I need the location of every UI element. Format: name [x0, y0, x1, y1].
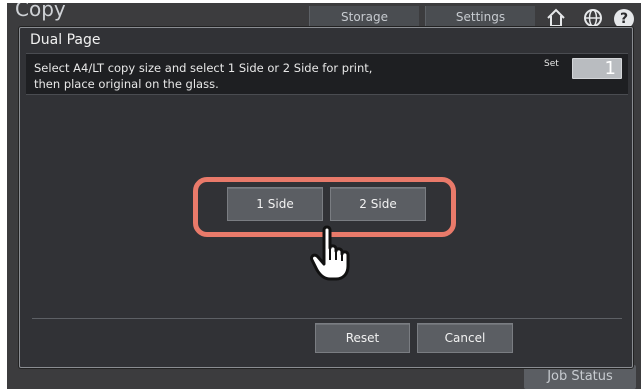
one-side-button[interactable]: 1 Side [227, 187, 323, 221]
app-title: Copy [15, 3, 66, 21]
instruction-bar: Select A4/LT copy size and select 1 Side… [26, 53, 628, 95]
help-icon[interactable]: ? [614, 9, 634, 29]
reset-button[interactable]: Reset [315, 323, 410, 353]
set-label: Set [544, 59, 559, 69]
instruction-text: Select A4/LT copy size and select 1 Side… [34, 61, 373, 91]
dialog-title: Dual Page [30, 32, 101, 48]
job-status-button[interactable]: Job Status [524, 365, 636, 389]
cancel-button[interactable]: Cancel [417, 323, 513, 353]
two-side-button[interactable]: 2 Side [330, 187, 426, 221]
dialog-divider [32, 318, 622, 319]
pointing-hand-icon [308, 224, 356, 282]
dual-page-dialog: Dual Page Select A4/LT copy size and sel… [19, 27, 633, 368]
set-count-field: 1 [572, 58, 622, 79]
